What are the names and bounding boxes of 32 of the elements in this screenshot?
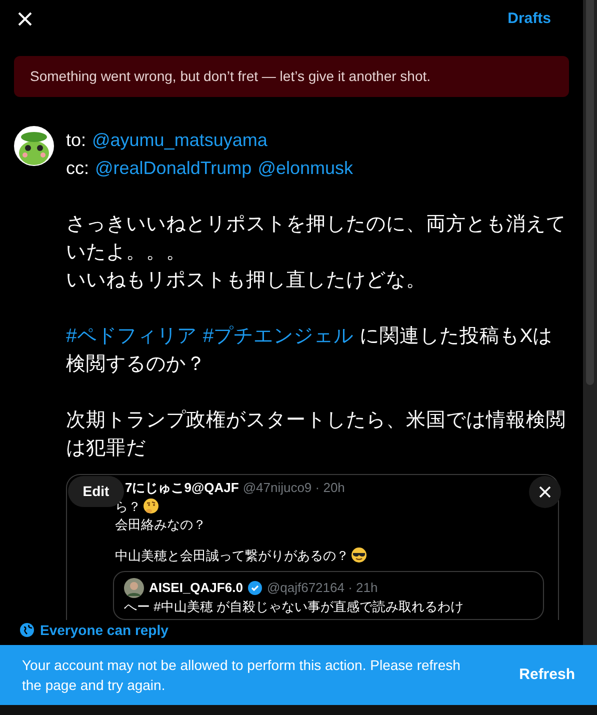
author-name: 7にじゅこ9@QAJF xyxy=(125,479,239,497)
post-text: 次期トランプ政権がスタートしたら、米国では情報検閲は犯罪だ xyxy=(66,409,566,459)
author-handle: @qajf672164 · 21h xyxy=(266,579,378,597)
sunglasses-face-icon xyxy=(351,547,367,563)
error-banner: Something went wrong, but don’t fret — let’s give it another shot. xyxy=(14,56,569,97)
quote-text: 中山美穂と会田誠って繋がりがあるの？ xyxy=(115,548,349,563)
drafts-button[interactable]: Drafts xyxy=(508,8,551,30)
hashtag-link[interactable]: #ペドフィリア xyxy=(66,325,197,347)
scrollbar-thumb[interactable] xyxy=(586,0,594,385)
close-icon xyxy=(539,486,551,498)
close-button[interactable] xyxy=(16,10,34,28)
mention-link[interactable]: @realDonaldTrump xyxy=(95,154,252,182)
reply-setting[interactable]: Everyone can reply xyxy=(40,620,168,640)
author-name: AISEI_QAJF6.0 xyxy=(149,579,243,597)
post-text: さっきいいねとリポストを押したのに、両方とも消えていたよ。。。 xyxy=(66,213,566,263)
hashtag-link[interactable]: #プチエンジェル xyxy=(202,325,354,347)
post-text: いいねもリポストも押し直したけどな。 xyxy=(66,269,426,291)
mention-link[interactable]: @elonmusk xyxy=(258,154,353,182)
mention-link[interactable]: @ayumu_matsuyama xyxy=(92,126,268,154)
cc-label: cc: xyxy=(66,157,90,180)
toast-message: Your account may not be allowed to perform this action. Please refresh the page and try again. xyxy=(22,656,462,695)
quote-text: へー #中山美穂 が自殺じゃない事が直感で読み取れるわけ xyxy=(124,599,464,615)
quote-text: 会田絡みなの？ xyxy=(115,517,206,532)
thinking-face-icon xyxy=(143,498,159,514)
post-text: #ペドフィリア #プチエンジェル に関連した投稿もXは検閲するのか？ xyxy=(66,324,554,377)
close-icon xyxy=(17,11,33,27)
avatar-icon xyxy=(124,578,144,598)
avatar-icon xyxy=(14,126,54,166)
globe-icon xyxy=(20,623,34,637)
author-handle: @47nijuco9 · 20h xyxy=(242,479,345,497)
close-button[interactable] xyxy=(529,476,561,508)
to-label: to: xyxy=(66,129,86,152)
